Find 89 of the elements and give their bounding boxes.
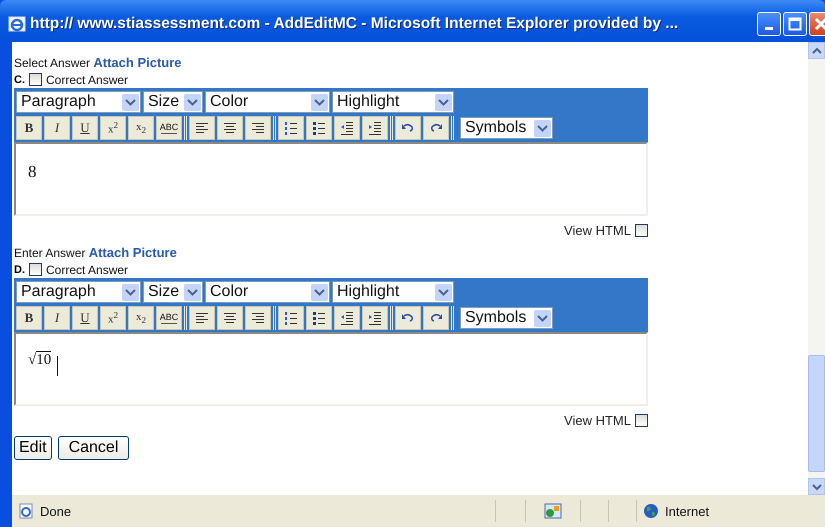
- bullet-list-icon: [311, 120, 327, 136]
- checkbox-label: Correct Answer: [46, 262, 128, 276]
- page-icon: [18, 503, 34, 519]
- align-left-button[interactable]: [189, 116, 215, 140]
- correct-answer-checkbox[interactable]: [29, 73, 42, 86]
- indent-icon: [367, 120, 383, 136]
- strikethrough-button[interactable]: ABC: [156, 116, 182, 140]
- align-center-button[interactable]: [217, 116, 243, 140]
- align-center-button[interactable]: [217, 306, 243, 330]
- align-right-icon: [250, 120, 266, 136]
- redo-button[interactable]: [423, 116, 449, 140]
- ordered-list-icon: [283, 120, 299, 136]
- view-html-checkbox[interactable]: [635, 414, 648, 426]
- sub-button[interactable]: x$_{2}$: [128, 116, 154, 140]
- align-center-icon: [222, 120, 238, 136]
- maximize-button[interactable]: [783, 12, 807, 36]
- symbols-dropdown[interactable]: Symbols: [460, 117, 553, 139]
- scroll-down-icon: [812, 482, 822, 490]
- align-right-icon: [250, 310, 266, 326]
- answer-editor[interactable]: √10: [14, 332, 648, 406]
- security-icon: [544, 503, 562, 519]
- strikethrough-button[interactable]: ABC: [156, 306, 182, 330]
- ordered-list-icon: [283, 310, 299, 326]
- outdent-icon: [339, 120, 355, 136]
- sup-button[interactable]: x$^{2}$: [100, 116, 126, 140]
- square-root-expression: √10: [28, 352, 52, 369]
- attach-picture-link[interactable]: Attach Picture: [93, 55, 182, 70]
- indent-icon: [367, 310, 383, 326]
- redo-button[interactable]: [423, 306, 449, 330]
- answer-prompt: Enter Answer: [14, 246, 86, 260]
- bullet-list-button[interactable]: [306, 306, 332, 330]
- format-dropdown[interactable]: Color: [205, 91, 330, 113]
- undo-button[interactable]: [395, 116, 421, 140]
- underline-button[interactable]: U: [72, 116, 98, 140]
- globe-icon: [643, 503, 659, 519]
- format-dropdown[interactable]: Highlight: [332, 281, 454, 303]
- ordered-list-button[interactable]: [278, 116, 304, 140]
- answer-text: 8: [28, 162, 36, 182]
- view-html-checkbox[interactable]: [635, 224, 648, 236]
- indent-button[interactable]: [362, 306, 388, 330]
- outdent-button[interactable]: [334, 116, 360, 140]
- align-right-button[interactable]: [245, 306, 271, 330]
- zone-text: Internet: [665, 504, 710, 518]
- italic-button[interactable]: I: [44, 116, 70, 140]
- bold-button[interactable]: B: [16, 306, 42, 330]
- scroll-up-icon: [812, 46, 822, 54]
- format-dropdown[interactable]: Size: [143, 281, 203, 303]
- format-dropdown[interactable]: Paragraph: [16, 91, 141, 113]
- close-icon: [814, 17, 825, 31]
- align-center-icon: [222, 310, 238, 326]
- correct-answer-checkbox[interactable]: [29, 263, 42, 276]
- answer-editor[interactable]: 8: [14, 142, 648, 216]
- align-left-button[interactable]: [189, 306, 215, 330]
- minimize-icon: [765, 26, 773, 30]
- maximize-icon: [788, 17, 802, 31]
- minimize-button[interactable]: [757, 12, 781, 36]
- indent-button[interactable]: [362, 116, 388, 140]
- bold-button[interactable]: B: [16, 116, 42, 140]
- bullet-list-icon: [311, 310, 327, 326]
- sup-button[interactable]: x$^{2}$: [100, 306, 126, 330]
- align-right-button[interactable]: [245, 116, 271, 140]
- view-html-label: View HTML: [564, 412, 631, 428]
- undo-button[interactable]: [395, 306, 421, 330]
- sub-button[interactable]: x$_{2}$: [128, 306, 154, 330]
- answer-letter: C.: [14, 74, 25, 86]
- ordered-list-button[interactable]: [278, 306, 304, 330]
- align-left-icon: [194, 310, 210, 326]
- symbols-dropdown[interactable]: Symbols: [460, 307, 553, 329]
- attach-picture-link[interactable]: Attach Picture: [88, 245, 177, 260]
- outdent-button[interactable]: [334, 306, 360, 330]
- bullet-list-button[interactable]: [306, 116, 332, 140]
- align-left-icon: [194, 120, 210, 136]
- outdent-icon: [339, 310, 355, 326]
- status-text: Done: [40, 504, 72, 518]
- italic-button[interactable]: I: [44, 306, 70, 330]
- format-dropdown[interactable]: Highlight: [332, 91, 454, 113]
- format-dropdown[interactable]: Color: [205, 281, 330, 303]
- format-dropdown[interactable]: Size: [143, 91, 203, 113]
- answer-letter: D.: [14, 264, 25, 276]
- view-html-label: View HTML: [564, 222, 631, 238]
- vertical-scrollbar[interactable]: [808, 42, 825, 495]
- answer-prompt: Select Answer: [14, 56, 90, 70]
- cancel-button[interactable]: Cancel: [58, 436, 130, 460]
- checkbox-label: Correct Answer: [46, 72, 128, 86]
- window-title: http:// www.stiassessment.com - AddEditMC - Microsoft Internet Explorer provided by ...: [30, 15, 680, 33]
- format-dropdown[interactable]: Paragraph: [16, 281, 141, 303]
- edit-button[interactable]: Edit: [14, 436, 52, 460]
- underline-button[interactable]: U: [72, 306, 98, 330]
- browser-icon: [8, 15, 26, 33]
